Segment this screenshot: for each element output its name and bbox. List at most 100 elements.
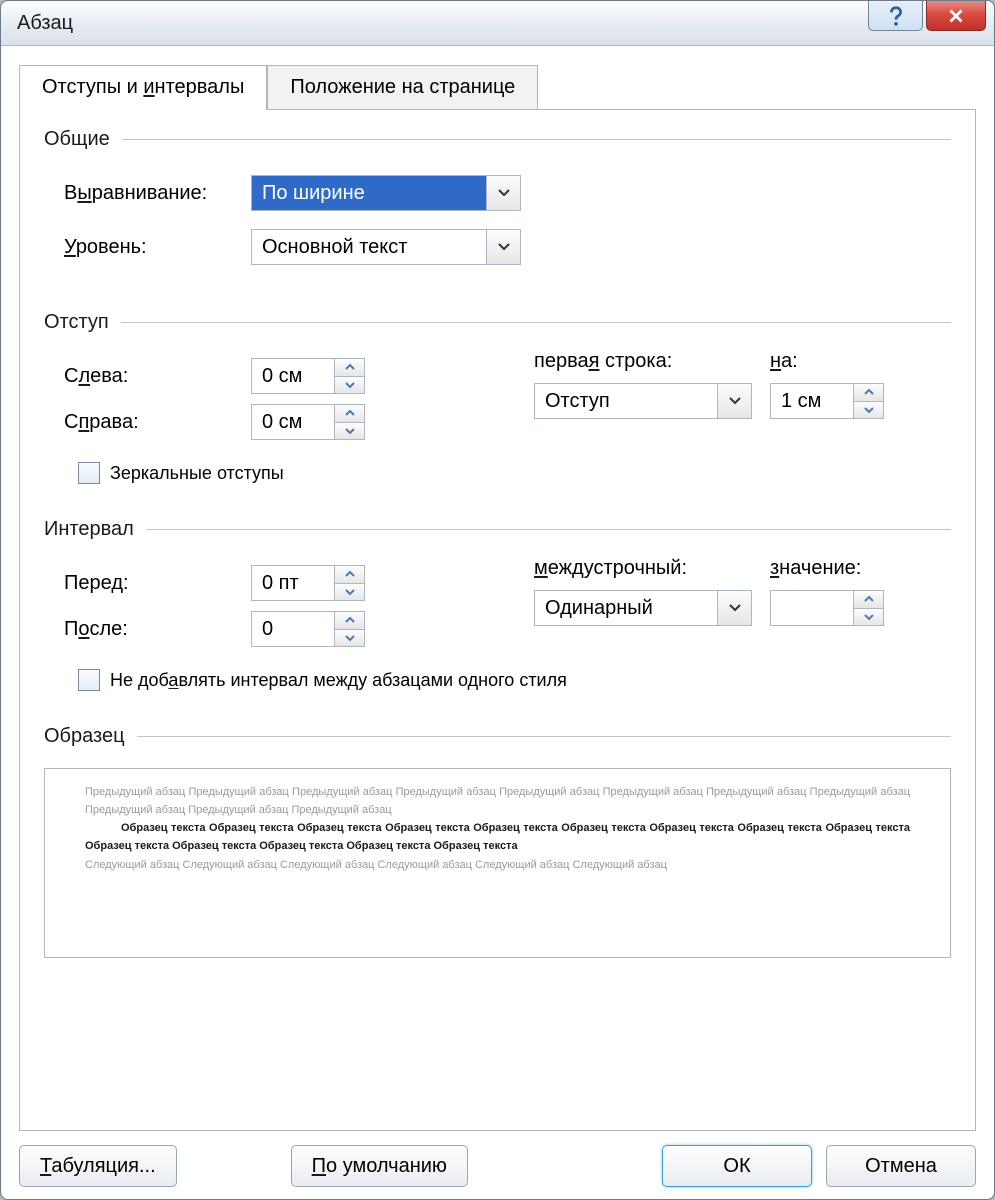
level-label: Уровень: (64, 236, 239, 259)
chevron-down-icon (863, 613, 875, 621)
help-button[interactable] (868, 1, 923, 31)
level-combo[interactable]: Основной текст (251, 229, 521, 265)
first-line-value-row: Отступ 1 см (534, 383, 951, 419)
after-spin-down[interactable] (335, 630, 364, 647)
group-general: Общие (44, 128, 951, 151)
chevron-down-icon (344, 634, 356, 642)
before-label: Перед: (64, 572, 239, 595)
left-spin-up[interactable] (335, 359, 364, 377)
before-spin-up[interactable] (335, 566, 364, 584)
line-combo[interactable]: Одинарный (534, 590, 752, 626)
chevron-down-icon (344, 381, 356, 389)
first-line-value: Отступ (535, 384, 717, 418)
right-spin[interactable]: 0 см (251, 404, 365, 440)
before-spin-down[interactable] (335, 584, 364, 601)
alignment-combo[interactable]: По ширине (251, 175, 521, 211)
right-label: Справа: (64, 411, 239, 434)
dont-add-label: Не добавлять интервал между абзацами одн… (110, 670, 567, 691)
ok-button-label: ОК (723, 1155, 750, 1178)
after-value: 0 (252, 612, 334, 646)
tab-indents-label: Отступы и интервалы (42, 76, 244, 98)
chevron-up-icon (344, 409, 356, 417)
first-line-label: первая строка: (534, 350, 752, 373)
dialog-content: Отступы и интервалы Положение на страниц… (1, 46, 994, 1199)
right-value: 0 см (252, 405, 334, 439)
ok-button[interactable]: ОК (662, 1145, 812, 1187)
group-preview: Образец (44, 725, 951, 748)
line-dropdown-button[interactable] (717, 591, 751, 625)
by-spin-down[interactable] (854, 402, 883, 419)
preview-sample: Образец текста Образец текста Образец те… (85, 819, 910, 855)
after-label: После: (64, 618, 239, 641)
chevron-up-icon (344, 616, 356, 624)
titlebar: Абзац (1, 1, 994, 46)
first-line-header-row: первая строка: на: (534, 350, 951, 373)
after-spin-up[interactable] (335, 612, 364, 630)
preview-next: Следующий абзац Следующий абзац Следующи… (85, 859, 667, 871)
left-label: Слева: (64, 365, 239, 388)
spacing-grid: Перед: 0 пт После: 0 (64, 557, 951, 657)
mirror-label: Зеркальные отступы (110, 463, 284, 484)
at-spin-up[interactable] (854, 591, 883, 609)
at-spin-down[interactable] (854, 609, 883, 626)
tabs-button-label: Табуляция... (40, 1155, 156, 1178)
tabs-button[interactable]: Табуляция... (19, 1145, 177, 1187)
level-dropdown-button[interactable] (486, 230, 520, 264)
line-header-row: междустрочный: значение: (534, 557, 951, 580)
by-label: на: (770, 350, 798, 373)
before-spin[interactable]: 0 пт (251, 565, 365, 601)
cancel-button-label: Отмена (865, 1155, 937, 1178)
chevron-up-icon (344, 363, 356, 371)
row-level: Уровень: Основной текст (64, 229, 951, 265)
first-line-combo[interactable]: Отступ (534, 383, 752, 419)
chevron-up-icon (863, 388, 875, 396)
level-value: Основной текст (252, 230, 486, 264)
mirror-checkbox[interactable] (78, 462, 100, 484)
help-icon (885, 5, 907, 27)
indent-grid: Слева: 0 см Справа: 0 см (64, 350, 951, 450)
close-icon (945, 5, 967, 27)
first-line-dropdown-button[interactable] (717, 384, 751, 418)
preview-box: Предыдущий абзац Предыдущий абзац Предыд… (44, 768, 951, 958)
by-value: 1 см (771, 384, 853, 418)
left-spin[interactable]: 0 см (251, 358, 365, 394)
chevron-down-icon (863, 406, 875, 414)
tab-body: Общие Выравнивание: По ширине Уровень: О… (19, 109, 976, 1131)
left-value: 0 см (252, 359, 334, 393)
close-button[interactable] (926, 1, 986, 31)
alignment-label: Выравнивание: (64, 182, 239, 205)
group-spacing: Интервал (44, 518, 951, 541)
tab-strip: Отступы и интервалы Положение на страниц… (19, 64, 976, 109)
at-value (771, 591, 853, 625)
default-button[interactable]: По умолчанию (291, 1145, 468, 1187)
right-spin-down[interactable] (335, 423, 364, 440)
row-after: После: 0 (64, 611, 494, 647)
row-mirror: Зеркальные отступы (78, 462, 951, 484)
tab-position-label: Положение на странице (290, 76, 515, 98)
by-spin-up[interactable] (854, 384, 883, 402)
row-before: Перед: 0 пт (64, 565, 494, 601)
line-label: междустрочный: (534, 557, 752, 580)
window-title: Абзац (17, 12, 73, 35)
group-indent: Отступ (44, 311, 951, 334)
row-right: Справа: 0 см (64, 404, 494, 440)
before-value: 0 пт (252, 566, 334, 600)
chevron-down-icon (497, 188, 511, 198)
line-value-row: Одинарный (534, 590, 951, 626)
row-left: Слева: 0 см (64, 358, 494, 394)
dont-add-checkbox[interactable] (78, 669, 100, 691)
row-alignment: Выравнивание: По ширине (64, 175, 951, 211)
alignment-dropdown-button[interactable] (486, 176, 520, 210)
tab-position[interactable]: Положение на странице (267, 65, 538, 110)
chevron-down-icon (344, 427, 356, 435)
preview-prev: Предыдущий абзац Предыдущий абзац Предыд… (85, 786, 910, 816)
tab-indents[interactable]: Отступы и интервалы (19, 65, 267, 110)
at-spin[interactable] (770, 590, 884, 626)
cancel-button[interactable]: Отмена (826, 1145, 976, 1187)
default-button-label: По умолчанию (312, 1155, 447, 1178)
alignment-value: По ширине (252, 176, 486, 210)
after-spin[interactable]: 0 (251, 611, 365, 647)
by-spin[interactable]: 1 см (770, 383, 884, 419)
right-spin-up[interactable] (335, 405, 364, 423)
left-spin-down[interactable] (335, 377, 364, 394)
